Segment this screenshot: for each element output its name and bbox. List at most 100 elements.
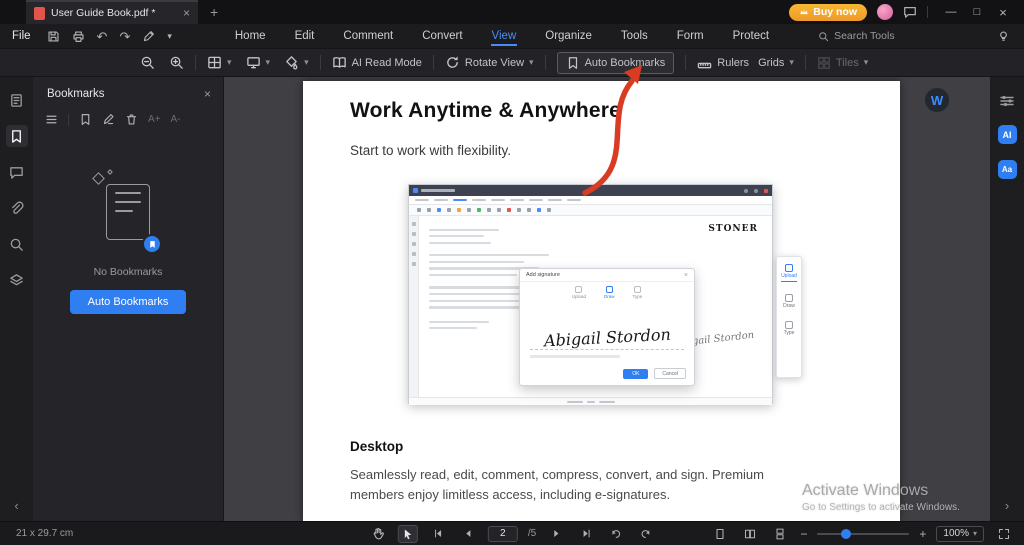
buy-now-button[interactable]: Buy now xyxy=(789,3,867,21)
zoom-level-dropdown[interactable]: 100% ▾ xyxy=(936,525,984,542)
properties-sliders-icon[interactable] xyxy=(999,93,1015,109)
add-bookmark-icon[interactable] xyxy=(79,113,92,126)
page-layout-icon xyxy=(208,56,221,69)
fullscreen-button[interactable] xyxy=(994,525,1014,543)
file-menu[interactable]: File xyxy=(12,30,31,42)
tab-close-icon[interactable]: × xyxy=(183,6,190,20)
hand-tool-button[interactable] xyxy=(368,525,388,543)
comments-panel-button[interactable] xyxy=(6,161,28,183)
tab-comment[interactable]: Comment xyxy=(342,26,394,46)
redo-icon[interactable]: ↷ xyxy=(119,30,130,43)
thumbnails-icon xyxy=(11,93,22,107)
save-icon[interactable] xyxy=(47,30,60,43)
tab-convert[interactable]: Convert xyxy=(421,26,463,46)
previous-page-button[interactable] xyxy=(458,525,478,543)
tab-home[interactable]: Home xyxy=(234,26,267,46)
new-tab-button[interactable]: + xyxy=(210,4,218,20)
window-maximize-button[interactable]: □ xyxy=(964,6,990,18)
bookmark-list-icon[interactable] xyxy=(45,113,58,126)
select-tool-button[interactable] xyxy=(397,524,418,543)
search-tools[interactable]: Search Tools xyxy=(818,30,895,42)
bookmarks-panel: Bookmarks × A+ A- No Bookmarks Auto Book… xyxy=(33,77,224,521)
two-page-view-button[interactable] xyxy=(740,525,760,543)
sparkle-icon xyxy=(107,169,113,175)
document-tab-title: User Guide Book.pdf * xyxy=(51,7,156,19)
window-close-button[interactable]: × xyxy=(990,5,1016,20)
attachments-panel-button[interactable] xyxy=(6,197,28,219)
tab-protect[interactable]: Protect xyxy=(732,26,770,46)
promotion-lamp-icon[interactable] xyxy=(997,30,1010,43)
page-layout-dropdown[interactable]: ▾ xyxy=(207,55,232,70)
single-page-view-button[interactable] xyxy=(710,525,730,543)
ai-assistant-button[interactable]: AI xyxy=(997,125,1017,144)
layers-panel-button[interactable] xyxy=(6,269,28,291)
section-title: Desktop xyxy=(350,439,404,454)
first-page-button[interactable] xyxy=(428,525,448,543)
attachment-icon xyxy=(12,201,24,214)
title-bar: User Guide Book.pdf * × + Buy now — □ × xyxy=(0,0,1024,24)
zoom-slider[interactable] xyxy=(817,528,910,539)
bookmarks-panel-close-icon[interactable]: × xyxy=(204,87,211,101)
tiles-dropdown[interactable]: Tiles ▾ xyxy=(817,56,868,70)
panel-auto-bookmarks-button[interactable]: Auto Bookmarks xyxy=(69,290,187,314)
layers-icon xyxy=(10,273,23,285)
user-avatar[interactable] xyxy=(877,4,893,20)
page-total-label: /5 xyxy=(527,528,537,539)
translate-button[interactable]: Aa xyxy=(997,160,1017,179)
background-color-dropdown[interactable]: ▾ xyxy=(284,55,309,70)
paint-bucket-icon xyxy=(286,56,298,70)
zoom-slider-knob[interactable] xyxy=(841,528,852,539)
customize-toolbar-icon[interactable]: ▾ xyxy=(167,31,172,41)
zoom-out-tool[interactable] xyxy=(140,55,155,70)
font-smaller-icon[interactable]: A- xyxy=(171,114,181,125)
menu-bar: File ↶ ↷ ▾ Home Edit Comment Convert Vie… xyxy=(0,24,1024,49)
sparkle-icon xyxy=(92,172,105,185)
body-text: Seamlessly read, edit, comment, compress… xyxy=(350,467,764,503)
document-tab[interactable]: User Guide Book.pdf * × xyxy=(26,0,198,24)
collapse-left-rail-button[interactable]: ‹ xyxy=(0,498,33,513)
next-page-button[interactable] xyxy=(546,525,566,543)
tab-form[interactable]: Form xyxy=(676,26,705,46)
document-view-area[interactable]: Work Anytime & Anywhere Start to work wi… xyxy=(224,77,990,521)
page-subheading: Start to work with flexibility. xyxy=(350,143,512,158)
continuous-scroll-button[interactable] xyxy=(770,525,790,543)
tab-tools[interactable]: Tools xyxy=(620,26,649,46)
tab-view[interactable]: View xyxy=(490,26,518,46)
tab-edit[interactable]: Edit xyxy=(294,26,316,46)
window-minimize-button[interactable]: — xyxy=(938,6,964,18)
account-avatar[interactable]: W xyxy=(924,87,950,113)
auto-bookmarks-button[interactable]: Auto Bookmarks xyxy=(556,51,675,74)
next-view-button[interactable] xyxy=(636,525,656,543)
screenshot-app-window: STONER Abigail Stordon Add signature × U… xyxy=(408,184,773,405)
zoom-out-button[interactable]: − xyxy=(800,527,807,541)
bookmark-badge-icon xyxy=(142,234,162,254)
rotate-view-dropdown[interactable]: Rotate View ▾ xyxy=(445,55,534,70)
ai-read-mode-button[interactable]: AI Read Mode xyxy=(332,55,422,70)
tab-organize[interactable]: Organize xyxy=(544,26,593,46)
zoom-in-button[interactable]: + xyxy=(919,527,926,541)
thumbnails-panel-button[interactable] xyxy=(6,89,28,111)
expand-right-rail-button[interactable]: › xyxy=(990,498,1024,513)
no-bookmarks-text: No Bookmarks xyxy=(93,266,163,278)
undo-icon[interactable]: ↶ xyxy=(97,30,108,43)
dialog-ok-button: OK xyxy=(623,368,649,379)
font-larger-icon[interactable]: A+ xyxy=(148,114,161,125)
zoom-in-tool[interactable] xyxy=(169,55,184,70)
stamp-pen-icon[interactable] xyxy=(142,30,155,43)
screenshot-signature-dialog: Add signature × Upload Draw Type Abigail… xyxy=(519,268,695,386)
bookmarks-panel-button[interactable] xyxy=(5,125,28,147)
rename-bookmark-icon[interactable] xyxy=(102,113,115,126)
last-page-button[interactable] xyxy=(576,525,596,543)
feedback-chat-icon[interactable] xyxy=(903,5,917,19)
dialog-tab-type: Type xyxy=(632,293,643,299)
no-bookmarks-illustration xyxy=(88,169,168,256)
search-panel-button[interactable] xyxy=(6,233,28,255)
left-navigation-rail: ‹ xyxy=(0,77,33,521)
delete-bookmark-icon[interactable] xyxy=(125,113,138,126)
previous-view-button[interactable] xyxy=(606,525,626,543)
print-icon[interactable] xyxy=(72,30,85,43)
read-mode-dropdown[interactable]: ▾ xyxy=(246,55,270,70)
status-bar: 21 x 29.7 cm /5 xyxy=(0,521,1024,545)
rulers-dropdown[interactable]: Rulers Grids ▾ xyxy=(697,55,794,70)
page-number-input[interactable] xyxy=(487,525,518,542)
